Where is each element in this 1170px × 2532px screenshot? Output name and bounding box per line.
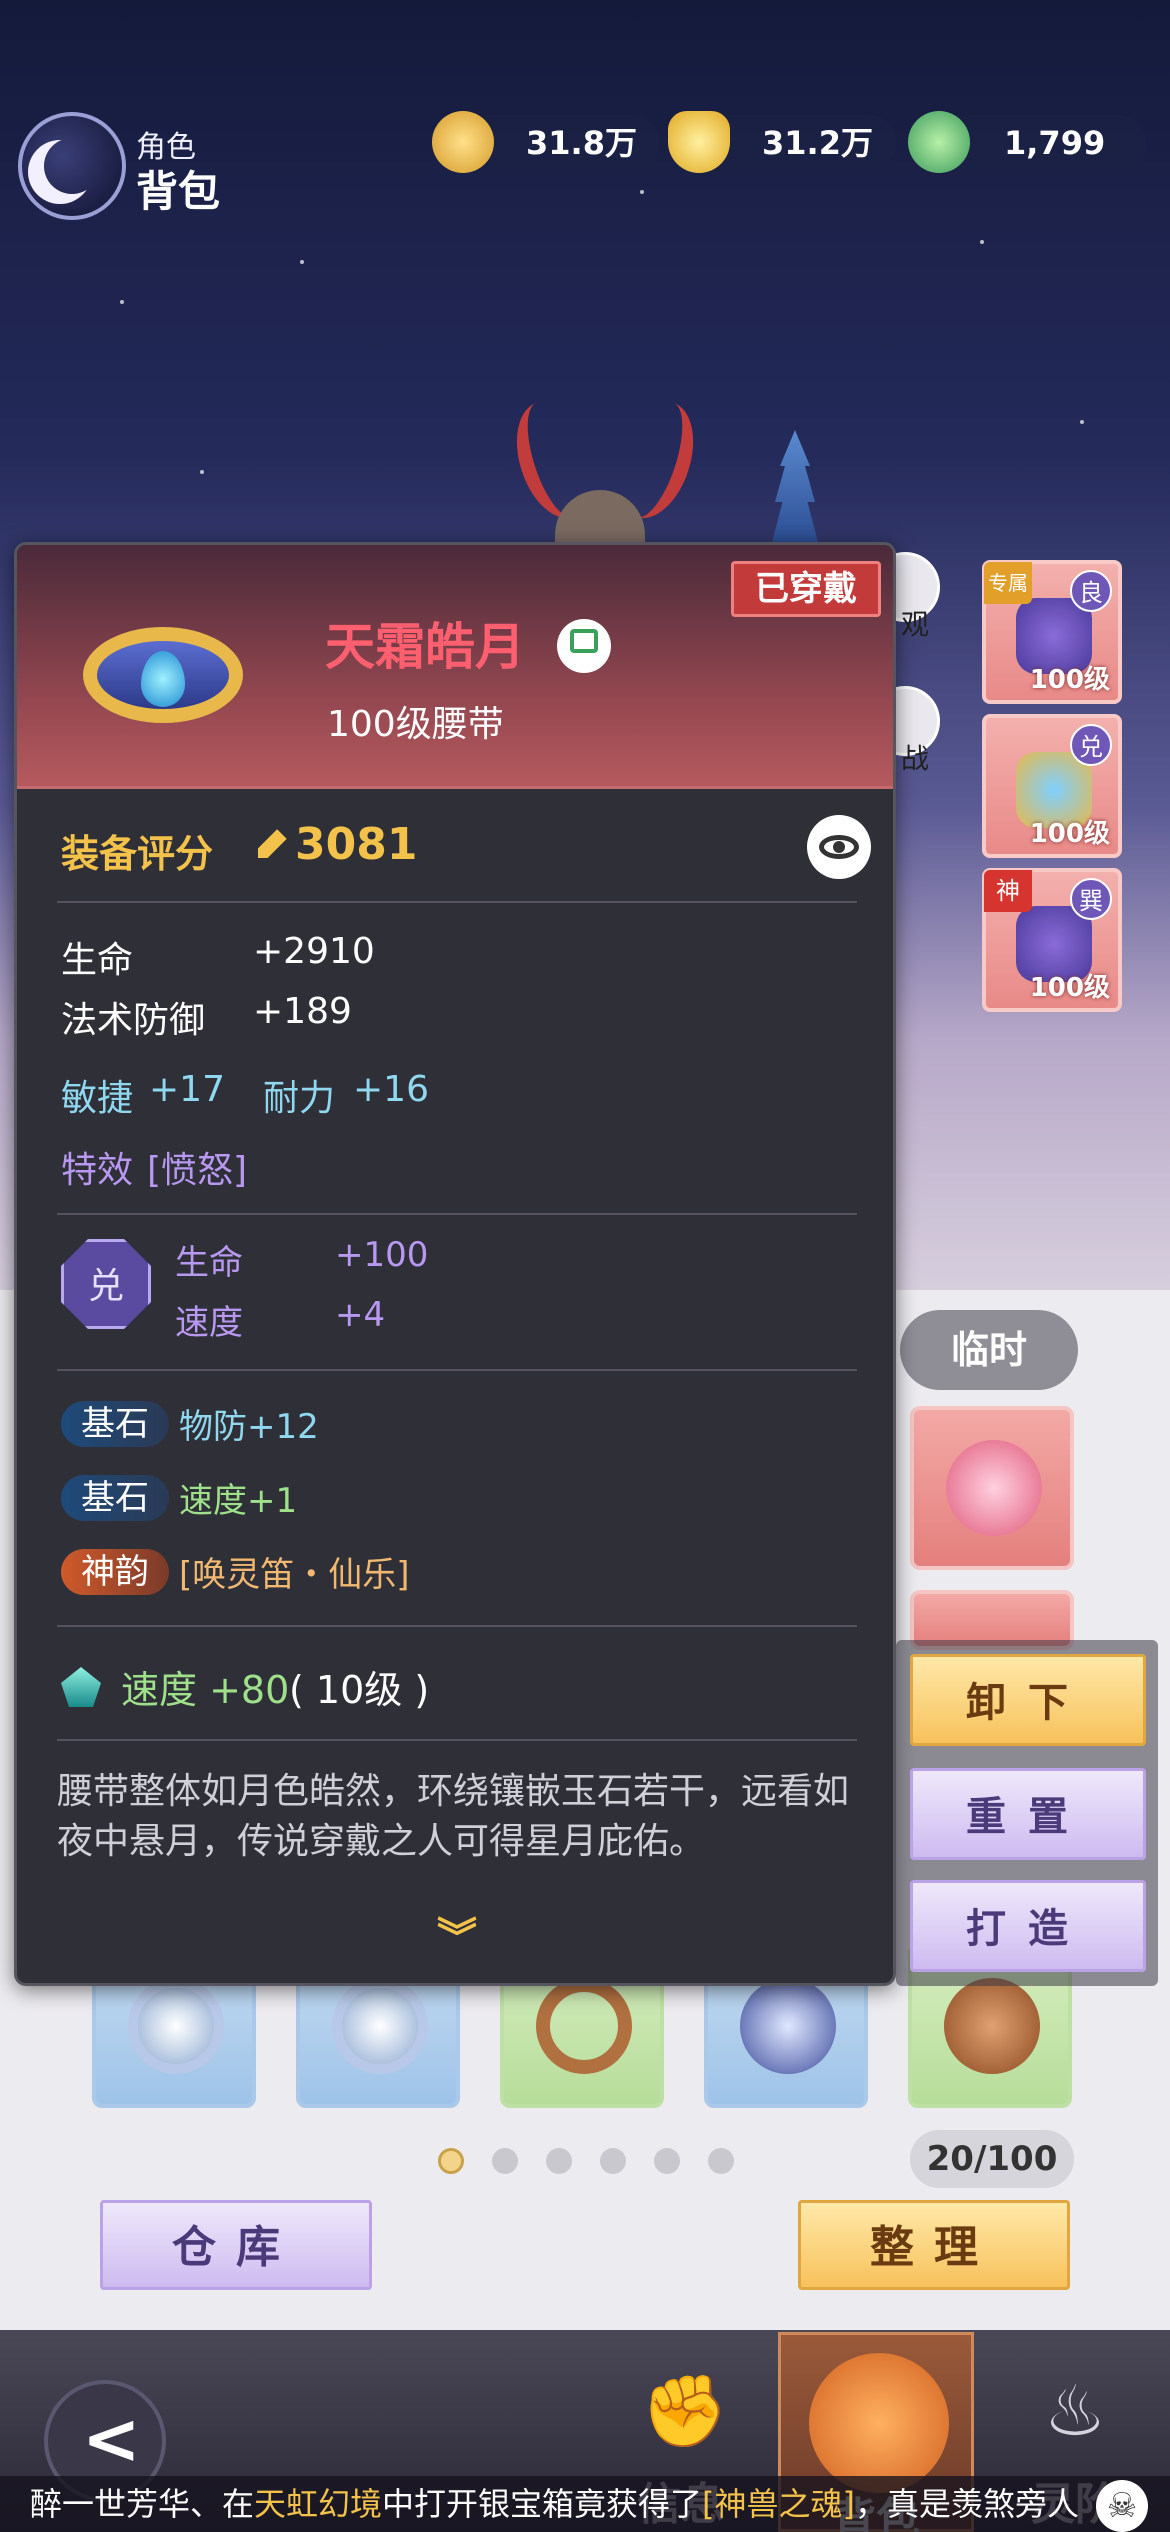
page-dot-active[interactable]: [438, 2148, 464, 2174]
currency-gold-value: 31.2万: [762, 124, 873, 162]
fist-icon: ✊: [641, 2370, 729, 2452]
equip-slot-mount[interactable]: 神 巽 100级: [982, 868, 1122, 1012]
effect-label: 特效: [61, 1150, 134, 1191]
page-dot[interactable]: [708, 2148, 734, 2174]
equipped-badge: 已穿戴: [731, 561, 881, 617]
stone-text: 速度+1: [179, 1481, 298, 1521]
charm-tag: 神韵: [61, 1549, 169, 1595]
belt-icon: [83, 605, 243, 745]
item-description: 腰带整体如月色皓然，环绕镶嵌玉石若干，远看如夜中悬月，传说穿戴之人可得星月庇佑。: [57, 1771, 850, 1862]
page-dot[interactable]: [492, 2148, 518, 2174]
slot-badge: 巽: [1070, 878, 1112, 920]
sort-button[interactable]: 整理: [798, 2200, 1070, 2290]
jade-dragon-icon: [908, 111, 970, 173]
bag-icon: [809, 2353, 949, 2493]
view-label: 观: [901, 608, 930, 641]
back-arrow-icon: <: [82, 2398, 141, 2480]
ticker-text: 醉一世芳华、在: [30, 2485, 255, 2523]
brush-icon: [246, 822, 294, 870]
rune-stat-value: +4: [335, 1295, 386, 1335]
flame-icon: ♨: [1043, 2370, 1107, 2452]
stat-value: +189: [253, 991, 352, 1032]
warehouse-button[interactable]: 仓库: [100, 2200, 372, 2290]
page-title: 背包: [136, 167, 221, 216]
page-dot[interactable]: [546, 2148, 572, 2174]
slot-tag: 专属: [984, 562, 1032, 604]
slot-badge: 兑: [1070, 724, 1112, 766]
rune-stat-name: 速度: [175, 1303, 243, 1343]
unequip-button[interactable]: 卸下: [910, 1654, 1146, 1746]
divider: [57, 1213, 857, 1215]
forge-button[interactable]: 打造: [910, 1880, 1146, 1972]
page-dot[interactable]: [600, 2148, 626, 2174]
dove-heart-icon: [946, 1440, 1042, 1536]
gem-stat: 速度 +80: [121, 1668, 290, 1712]
rune-stat-value: +100: [335, 1235, 429, 1275]
score-value: 3081: [295, 819, 418, 870]
slot-level: 100级: [1029, 973, 1110, 1003]
ticker-text: 中打开银宝箱竟获得了: [382, 2485, 703, 2523]
gem-level: ( 10级 ): [289, 1668, 430, 1712]
eye-icon[interactable]: [807, 815, 871, 879]
attr-value: +17: [149, 1069, 225, 1110]
equip-slot-belt[interactable]: 兑 100级: [982, 714, 1122, 858]
slot-badge: 良: [1070, 570, 1112, 612]
divider: [57, 1625, 857, 1627]
stone-tag: 基石: [61, 1475, 169, 1521]
inventory-capacity: 20/100: [910, 2130, 1074, 2188]
ticker-highlight: [神兽之魂]: [702, 2485, 856, 2523]
gem-icon: [61, 1667, 101, 1707]
page-dot[interactable]: [654, 2148, 680, 2174]
stat-value: +2910: [253, 931, 375, 972]
stone-text: 物防+12: [179, 1407, 319, 1447]
pagoda-icon: [770, 430, 820, 550]
gold-ingot-icon: [668, 111, 730, 173]
item-tooltip: 天霜皓月 100级腰带 已穿戴 装备评分 3081 生命 +2910 法术防御 …: [14, 542, 896, 1986]
score-label: 装备评分: [61, 832, 214, 876]
skull-icon: ☠: [1096, 2480, 1148, 2532]
expand-chevron-icon[interactable]: ︾: [427, 1905, 487, 1961]
currency-gold[interactable]: 31.2万: [668, 111, 896, 173]
attr-name: 耐力: [263, 1078, 336, 1119]
broadcast-ticker: 醉一世芳华、在天虹幻境中打开银宝箱竟获得了[神兽之魂]，真是羡煞旁人: [0, 2476, 1170, 2532]
ticker-text: ，真是羡煞旁人: [855, 2485, 1080, 2523]
armor-piece-icon: [740, 1978, 836, 2074]
reset-button[interactable]: 重置: [910, 1768, 1146, 1860]
crescent-moon-icon[interactable]: [18, 112, 126, 220]
currency-copper[interactable]: 31.8万: [432, 111, 660, 173]
currency-copper-value: 31.8万: [526, 124, 637, 162]
vine-ring-icon: [536, 1978, 632, 2074]
copper-coin-icon: [432, 111, 494, 173]
attr-name: 敏捷: [61, 1078, 134, 1119]
rune-stat-name: 生命: [175, 1243, 243, 1283]
stat-name: 法术防御: [61, 1000, 206, 1041]
inventory-cell[interactable]: [910, 1406, 1074, 1570]
currency-jade[interactable]: 1,799: [908, 111, 1146, 173]
slot-tag: 神: [984, 870, 1032, 912]
slot-level: 100级: [1029, 665, 1110, 695]
currency-jade-value: 1,799: [1004, 124, 1106, 162]
attr-value: +16: [353, 1069, 429, 1110]
effect-value: [愤怒]: [147, 1150, 248, 1191]
item-name: 天霜皓月: [325, 618, 525, 676]
necklace-icon: [128, 1978, 224, 2074]
tab-temp[interactable]: 临时: [900, 1310, 1078, 1390]
charm-text: [唤灵笛・仙乐]: [179, 1555, 410, 1595]
rune-dui-icon: 兑: [61, 1239, 151, 1329]
unlock-icon[interactable]: [557, 619, 611, 673]
slot-level: 100级: [1029, 819, 1110, 849]
item-subtitle: 100级腰带: [327, 704, 504, 745]
basket-icon: [944, 1978, 1040, 2074]
stat-name: 生命: [61, 940, 134, 981]
divider: [57, 1739, 857, 1741]
equip-slot-armor[interactable]: 专属 良 100级: [982, 560, 1122, 704]
divider: [57, 1369, 857, 1371]
stone-tag: 基石: [61, 1401, 169, 1447]
divider: [57, 901, 857, 903]
necklace-icon: [332, 1978, 428, 2074]
battle-label: 战: [901, 742, 930, 775]
ticker-highlight: 天虹幻境: [254, 2485, 383, 2523]
